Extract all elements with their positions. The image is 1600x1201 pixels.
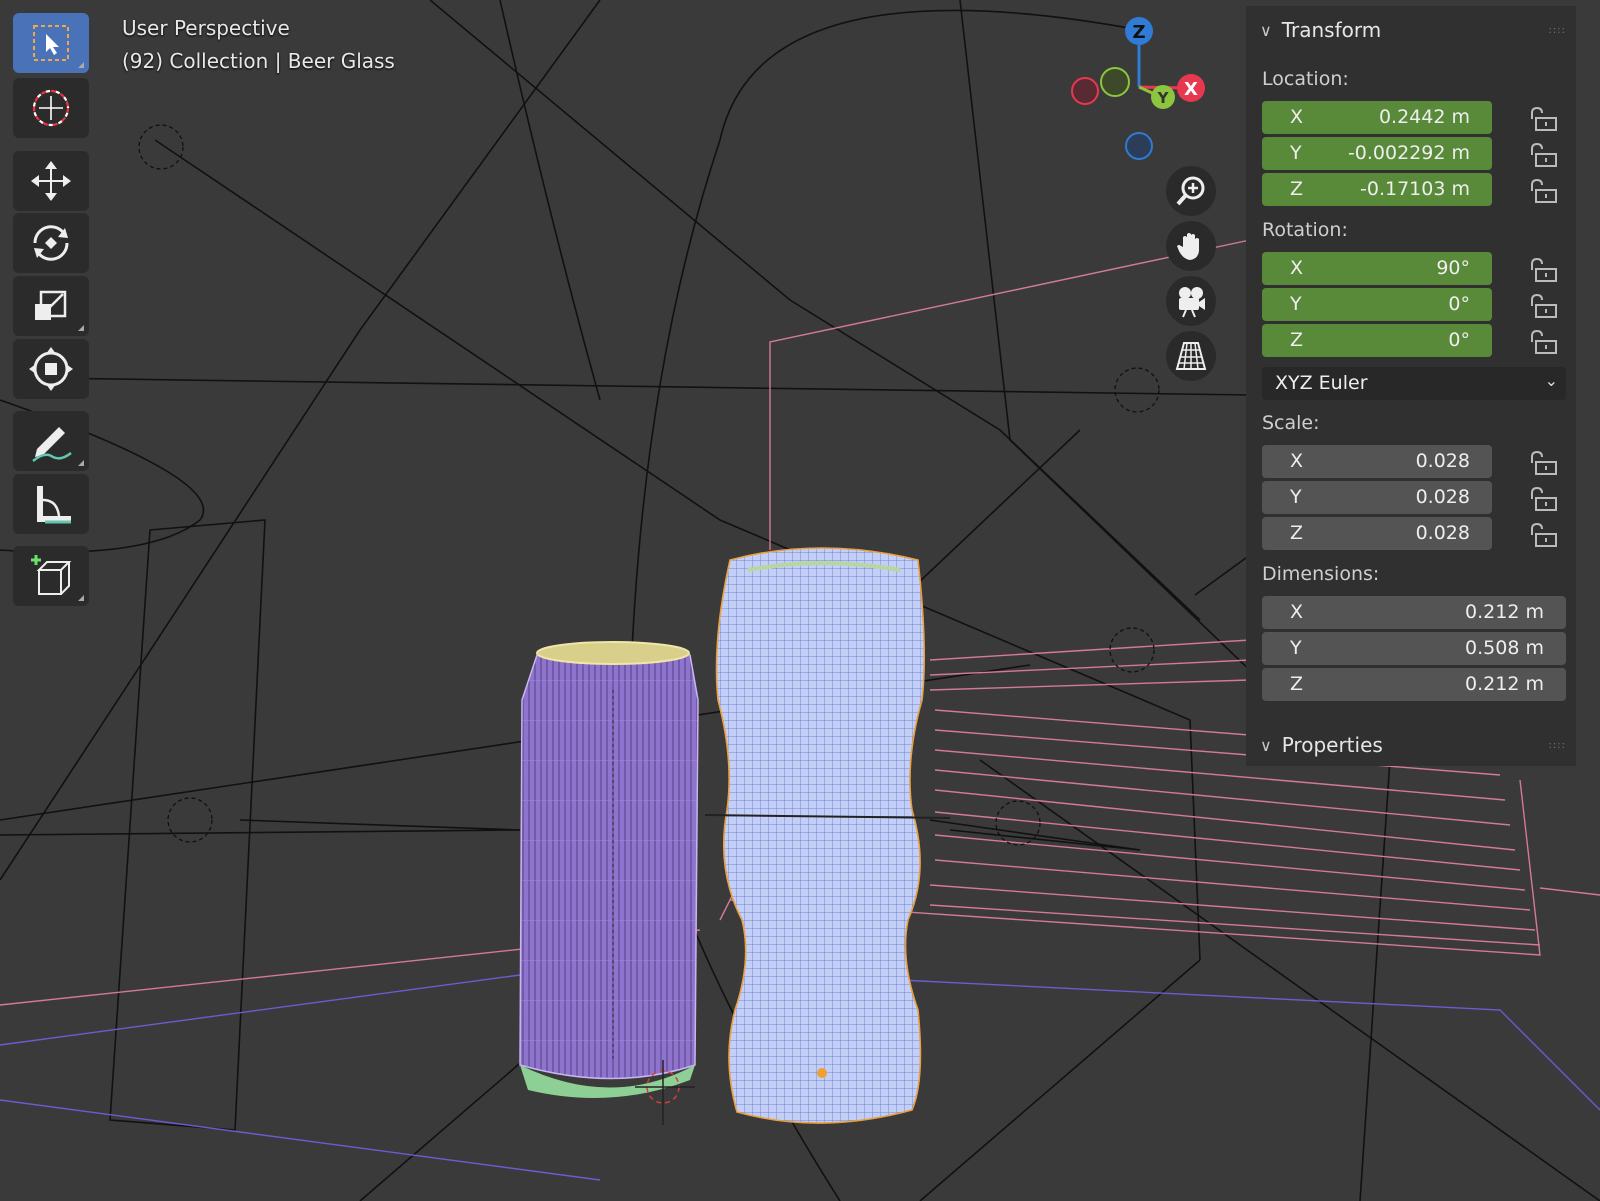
axis-label: Y [1290, 293, 1302, 315]
viewport-info: User Perspective (92) Collection | Beer … [122, 12, 395, 78]
view-mode-label: User Perspective [122, 16, 290, 40]
scale-tool[interactable] [13, 276, 89, 336]
rotation-x-field[interactable]: X 90° [1262, 252, 1492, 285]
z-axis-label: Z [1132, 22, 1145, 43]
lock-icon[interactable] [1526, 177, 1560, 205]
rotate-tool[interactable] [13, 213, 89, 273]
zoom-icon [1176, 176, 1205, 206]
field-value: 0.212 m [1465, 673, 1544, 695]
field-value: 0° [1448, 293, 1470, 315]
scale-icon [35, 290, 67, 320]
chevron-down-icon: ⌄ [1544, 371, 1558, 390]
transform-icon [29, 347, 73, 391]
lock-icon[interactable] [1526, 292, 1560, 320]
beer-can-mesh [519, 641, 699, 1098]
lock-icon[interactable] [1526, 485, 1560, 513]
drag-grip-icon[interactable]: :::: [1549, 25, 1566, 36]
axis-label: X [1290, 106, 1304, 128]
rotation-label: Rotation: [1262, 219, 1348, 241]
select-box-tool[interactable] [13, 13, 89, 73]
add-cube-tool[interactable] [13, 546, 89, 606]
neg-x-axis-ball[interactable] [1071, 77, 1099, 105]
scale-z-field[interactable]: Z 0.028 [1262, 517, 1492, 550]
pan-hand-icon [1177, 233, 1199, 260]
axis-label: Y [1290, 142, 1302, 164]
measure-ruler-icon [37, 486, 71, 524]
lock-icon[interactable] [1526, 141, 1560, 169]
rotation-z-field[interactable]: Z 0° [1262, 324, 1492, 357]
field-value: -0.002292 m [1347, 142, 1470, 164]
add-cube-icon [31, 555, 72, 595]
transform-panel-title: Transform [1281, 18, 1382, 42]
dimensions-y-field[interactable]: Y 0.508 m [1262, 632, 1566, 665]
field-value: -0.17103 m [1360, 178, 1470, 200]
location-z-field[interactable]: Z -0.17103 m [1262, 173, 1492, 206]
camera-icon [1179, 287, 1205, 318]
lock-icon[interactable] [1526, 328, 1560, 356]
properties-panel-header[interactable]: ∨ Properties :::: [1246, 726, 1576, 764]
axis-label: X [1290, 257, 1304, 279]
cursor-tool[interactable] [13, 78, 89, 138]
transform-tool[interactable] [13, 339, 89, 399]
field-value: 0° [1448, 329, 1470, 351]
axis-label: Z [1290, 329, 1304, 351]
chevron-down-icon: ∨ [1260, 735, 1272, 755]
perspective-toggle-button[interactable] [1166, 331, 1216, 381]
transform-panel-header[interactable]: ∨ Transform :::: [1246, 11, 1576, 49]
field-value: 90° [1436, 257, 1470, 279]
rotation-mode-dropdown[interactable]: XYZ Euler ⌄ [1262, 367, 1566, 400]
axis-label: Z [1290, 522, 1304, 544]
axis-label: X [1290, 601, 1304, 623]
active-object-label: (92) Collection | Beer Glass [122, 49, 395, 73]
axis-label: Y [1290, 637, 1302, 659]
scale-label: Scale: [1262, 412, 1320, 434]
lock-icon[interactable] [1526, 521, 1560, 549]
field-value: 0.212 m [1465, 601, 1544, 623]
field-value: 0.508 m [1465, 637, 1544, 659]
location-label: Location: [1262, 68, 1349, 90]
zoom-button[interactable] [1166, 166, 1216, 216]
dimensions-x-field[interactable]: X 0.212 m [1262, 596, 1566, 629]
cursor-icon [32, 89, 70, 127]
lock-icon[interactable] [1526, 256, 1560, 284]
dimensions-label: Dimensions: [1262, 563, 1380, 585]
drag-grip-icon[interactable]: :::: [1549, 740, 1566, 751]
axis-label: Z [1290, 178, 1304, 200]
camera-view-button[interactable] [1166, 276, 1216, 326]
rotate-icon [33, 225, 69, 261]
lock-icon[interactable] [1526, 449, 1560, 477]
beer-glass-mesh [704, 547, 951, 1124]
move-icon [31, 161, 71, 201]
location-y-field[interactable]: Y -0.002292 m [1262, 137, 1492, 170]
properties-panel-title: Properties [1281, 733, 1383, 757]
axis-label: Y [1290, 486, 1302, 508]
field-value: 0.028 [1415, 522, 1470, 544]
field-value: 0.028 [1415, 486, 1470, 508]
x-axis-label: X [1184, 79, 1198, 100]
chevron-down-icon: ∨ [1260, 20, 1272, 40]
dimensions-z-field[interactable]: Z 0.212 m [1262, 668, 1566, 701]
orientation-gizmo[interactable]: Z X Y [1060, 12, 1220, 172]
select-box-icon [33, 25, 69, 61]
annotate-tool[interactable] [13, 411, 89, 471]
lock-icon[interactable] [1526, 105, 1560, 133]
axis-label: Z [1290, 673, 1304, 695]
field-value: 0.028 [1415, 450, 1470, 472]
annotate-pencil-icon [32, 427, 72, 462]
measure-tool[interactable] [13, 474, 89, 534]
sidebar-panel: ∨ Transform :::: Location: X 0.2442 m Y … [1246, 6, 1576, 766]
rotation-y-field[interactable]: Y 0° [1262, 288, 1492, 321]
location-x-field[interactable]: X 0.2442 m [1262, 101, 1492, 134]
move-tool[interactable] [13, 151, 89, 211]
grid-perspective-icon [1175, 342, 1207, 370]
field-value: 0.2442 m [1378, 106, 1470, 128]
scale-x-field[interactable]: X 0.028 [1262, 445, 1492, 478]
pan-button[interactable] [1166, 221, 1216, 271]
y-axis-label: Y [1157, 89, 1170, 107]
neg-z-axis-ball[interactable] [1125, 132, 1153, 160]
rotation-mode-value: XYZ Euler [1275, 372, 1368, 394]
scale-y-field[interactable]: Y 0.028 [1262, 481, 1492, 514]
axis-label: X [1290, 450, 1304, 472]
neg-y-axis-ball[interactable] [1100, 67, 1130, 97]
